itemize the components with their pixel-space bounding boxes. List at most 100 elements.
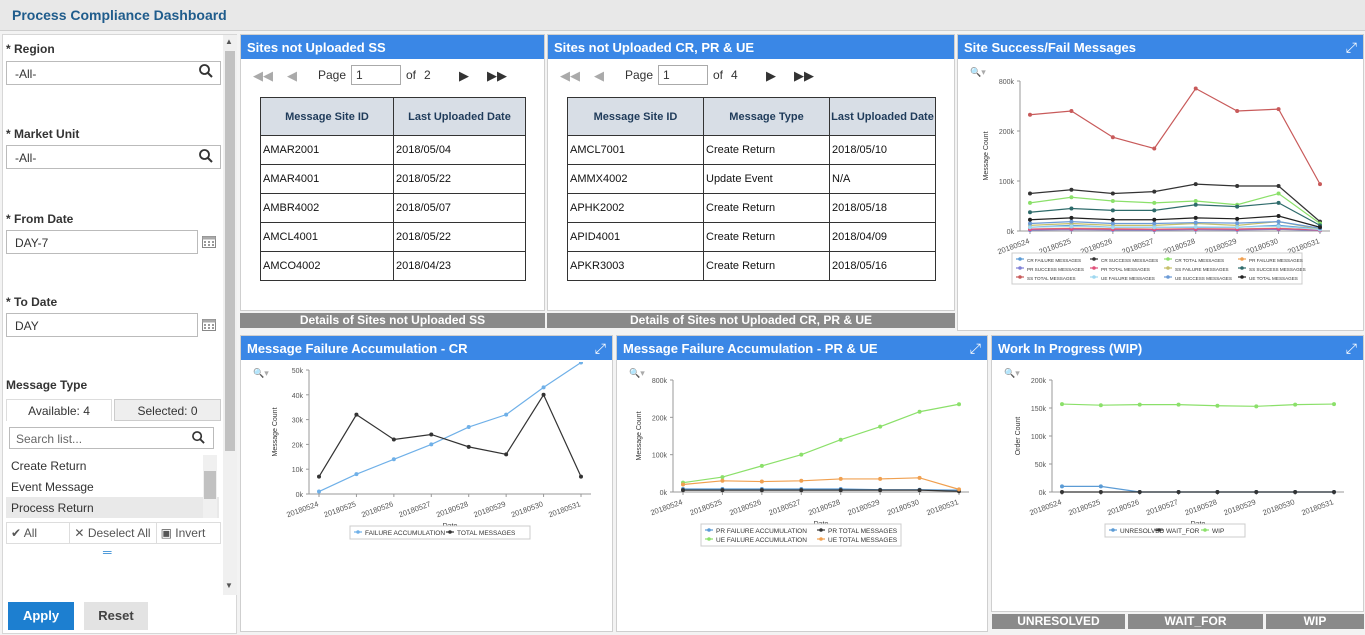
expand-icon[interactable]: ⤢ xyxy=(970,340,981,357)
table-row[interactable]: AMCL4001 2018/05/22 xyxy=(260,222,526,252)
last-page-icon[interactable]: ▶▶ xyxy=(487,68,507,84)
legend-marker xyxy=(1092,266,1096,270)
calendar-icon[interactable] xyxy=(202,318,216,334)
y-tick-label: 50k xyxy=(1035,462,1047,469)
column-header[interactable]: Message Type xyxy=(703,97,830,136)
legend-label: FAILURE ACCUMULATION xyxy=(365,530,445,537)
data-point xyxy=(878,424,883,429)
wait-for-button[interactable]: WAIT_FOR xyxy=(1128,614,1263,629)
data-point xyxy=(1110,135,1115,140)
legend-label: SS TOTAL MESSAGES xyxy=(1027,276,1076,281)
data-point xyxy=(1176,490,1181,494)
table-row[interactable]: AMAR4001 2018/05/22 xyxy=(260,164,526,194)
y-tick-label: 10k xyxy=(292,467,304,474)
table-row[interactable]: AMMX4002 Update Event N/A xyxy=(567,164,936,194)
table-row[interactable]: AMAR2001 2018/05/04 xyxy=(260,135,526,165)
data-point xyxy=(317,474,321,479)
cr-failure-chart: 50k40k30k20k10k0k20180524 20180525 2018052… xyxy=(272,362,591,540)
page-input[interactable]: 1 xyxy=(658,65,708,85)
expand-icon[interactable]: ⤢ xyxy=(595,340,606,357)
data-point xyxy=(429,442,434,447)
from-date-input[interactable]: DAY-7 xyxy=(6,230,198,254)
data-point xyxy=(720,488,725,493)
data-point xyxy=(1215,403,1220,408)
legend-label: TOTAL MESSAGES xyxy=(457,530,516,537)
column-header[interactable]: Last Uploaded Date xyxy=(829,97,936,136)
data-point xyxy=(878,476,883,481)
calendar-icon[interactable] xyxy=(202,235,216,251)
x-tick-label: 20180527 xyxy=(1145,497,1179,517)
data-point xyxy=(1098,403,1103,408)
table-row[interactable]: AMCL7001 Create Return 2018/05/10 xyxy=(567,135,936,165)
data-point xyxy=(957,402,961,407)
data-point xyxy=(799,452,804,457)
scroll-up-icon[interactable]: ▲ xyxy=(225,37,233,46)
region-select[interactable]: -All- xyxy=(6,61,221,85)
list-search-input[interactable]: Search list... xyxy=(9,427,214,449)
apply-button[interactable]: Apply xyxy=(8,602,74,630)
legend-label: UE TOTAL MESSAGES xyxy=(828,537,898,544)
data-point xyxy=(1276,184,1281,188)
details-cr-button[interactable]: Details of Sites not Uploaded CR, PR & U… xyxy=(547,313,955,328)
wip-button[interactable]: WIP xyxy=(1266,614,1364,629)
prev-page-icon[interactable]: ◀ xyxy=(594,68,604,84)
data-point xyxy=(1098,484,1103,489)
scroll-down-icon[interactable]: ▼ xyxy=(225,581,233,590)
next-page-icon[interactable]: ▶ xyxy=(766,68,776,84)
x-tick-label: 20180528 xyxy=(435,499,469,519)
list-item[interactable]: Event Message xyxy=(6,476,219,497)
data-point xyxy=(1235,225,1240,230)
data-point xyxy=(466,444,471,449)
tab-available[interactable]: Available: 4 xyxy=(6,399,112,421)
list-scrollbar[interactable] xyxy=(203,455,217,518)
unresolved-button[interactable]: UNRESOLVED xyxy=(992,614,1125,629)
data-point xyxy=(917,488,922,493)
table-row[interactable]: AMCO4002 2018/04/23 xyxy=(260,251,526,281)
table-row[interactable]: APHK2002 Create Return 2018/05/18 xyxy=(567,193,936,223)
series-line xyxy=(682,403,960,484)
invert-button[interactable]: ▣ Invert xyxy=(157,523,220,543)
tab-selected[interactable]: Selected: 0 xyxy=(114,399,221,421)
legend-label: WIP xyxy=(1212,528,1224,535)
data-point xyxy=(1137,402,1142,407)
expand-icon[interactable]: ⤢ xyxy=(1346,340,1357,357)
last-page-icon[interactable]: ▶▶ xyxy=(794,68,814,84)
list-item[interactable]: Create Return xyxy=(6,455,219,476)
to-date-input[interactable]: DAY xyxy=(6,313,198,337)
x-tick-label: 20180529 xyxy=(1223,497,1257,517)
y-axis-label: Message Count xyxy=(983,131,990,180)
table-row[interactable]: AMBR4002 2018/05/07 xyxy=(260,193,526,223)
sidebar-scrollbar[interactable]: ▲ ▼ xyxy=(223,35,237,595)
deselect-all-button[interactable]: ✕ Deselect All xyxy=(70,523,157,543)
market-unit-select[interactable]: -All- xyxy=(6,145,221,169)
scrollbar-thumb[interactable] xyxy=(225,51,235,451)
series-line xyxy=(682,477,960,490)
column-header[interactable]: Message Site ID xyxy=(567,97,704,136)
next-page-icon[interactable]: ▶ xyxy=(459,68,469,84)
first-page-icon[interactable]: ◀◀ xyxy=(560,68,580,84)
table-row[interactable]: APKR3003 Create Return 2018/05/16 xyxy=(567,251,936,281)
select-all-button[interactable]: ✔ All xyxy=(7,523,71,543)
resize-handle-icon[interactable]: ═ xyxy=(103,545,112,559)
search-icon[interactable] xyxy=(192,431,205,447)
search-icon[interactable] xyxy=(199,64,213,81)
sites-ss-table: Message Site ID Last Uploaded Date AMAR2… xyxy=(260,97,526,281)
data-point xyxy=(1098,490,1103,494)
search-icon[interactable] xyxy=(199,149,213,166)
page-input[interactable]: 1 xyxy=(351,65,401,85)
expand-icon[interactable]: ⤢ xyxy=(1346,39,1357,56)
list-item[interactable]: Process Return xyxy=(6,497,219,518)
column-header[interactable]: Last Uploaded Date xyxy=(393,97,526,136)
prev-page-icon[interactable]: ◀ xyxy=(287,68,297,84)
legend-marker xyxy=(1166,275,1170,279)
site-success-fail-chart: 800k200k100k0k20180524 20180525 20180526 20… xyxy=(983,79,1330,285)
details-ss-button[interactable]: Details of Sites not Uploaded SS xyxy=(240,313,545,328)
to-date-label: * To Date xyxy=(6,295,58,309)
y-axis-label: Message Count xyxy=(636,411,643,460)
column-header[interactable]: Message Site ID xyxy=(260,97,394,136)
reset-button[interactable]: Reset xyxy=(84,602,148,630)
first-page-icon[interactable]: ◀◀ xyxy=(253,68,273,84)
data-point xyxy=(838,476,843,481)
region-label: * Region xyxy=(6,42,55,56)
table-row[interactable]: APID4001 Create Return 2018/04/09 xyxy=(567,222,936,252)
